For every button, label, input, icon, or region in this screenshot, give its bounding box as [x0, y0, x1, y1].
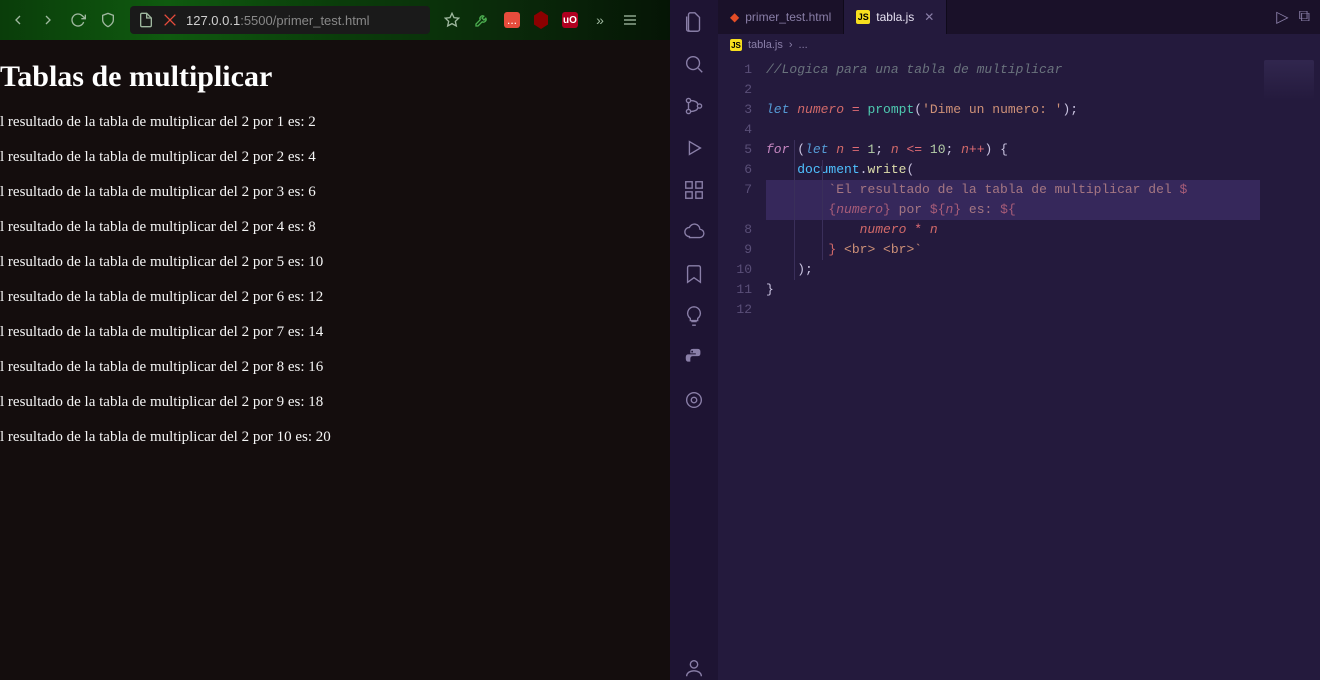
- tab-label: primer_test.html: [745, 10, 831, 24]
- page-info-icon[interactable]: [138, 12, 154, 28]
- bookmark-icon[interactable]: [444, 12, 460, 28]
- url-path: /primer_test.html: [273, 13, 370, 28]
- tab-actions: ▷ ⧉: [1266, 0, 1320, 34]
- explorer-icon[interactable]: [682, 10, 706, 34]
- url-host: 127.0.0.1: [186, 13, 240, 28]
- breadcrumb-dots: ...: [799, 39, 808, 51]
- back-icon[interactable]: [10, 12, 26, 28]
- bookmarks-icon[interactable]: [682, 262, 706, 286]
- page-line: l resultado de la tabla de multiplicar d…: [0, 324, 670, 341]
- line-gutter: 1 2 3 4 5 6 7 8 9 10 11 12: [718, 56, 766, 680]
- breadcrumb[interactable]: JS tabla.js › ...: [718, 34, 1320, 56]
- overflow-icon[interactable]: »: [592, 12, 608, 28]
- browser-window: 127.0.0.1:5500/primer_test.html ... uO »…: [0, 0, 670, 680]
- url-port: :5500: [240, 13, 273, 28]
- page-line: l resultado de la tabla de multiplicar d…: [0, 394, 670, 411]
- page-line: l resultado de la tabla de multiplicar d…: [0, 429, 670, 446]
- split-icon[interactable]: ⧉: [1299, 8, 1310, 26]
- search-icon[interactable]: [682, 52, 706, 76]
- page-line: l resultado de la tabla de multiplicar d…: [0, 149, 670, 166]
- page-line: l resultado de la tabla de multiplicar d…: [0, 289, 670, 306]
- connection-icon[interactable]: [162, 12, 178, 28]
- page-line: l resultado de la tabla de multiplicar d…: [0, 219, 670, 236]
- page-line: l resultado de la tabla de multiplicar d…: [0, 184, 670, 201]
- menu-icon[interactable]: [622, 12, 638, 28]
- python-icon[interactable]: [682, 346, 706, 370]
- page-title: Tablas de multiplicar: [0, 60, 670, 94]
- reload-icon[interactable]: [70, 12, 86, 28]
- code-lines[interactable]: //Logica para una tabla de multiplicar l…: [766, 56, 1260, 680]
- extension-ublock-icon[interactable]: uO: [562, 12, 578, 28]
- shield-icon[interactable]: [100, 12, 116, 28]
- forward-icon[interactable]: [40, 12, 56, 28]
- page-line: l resultado de la tabla de multiplicar d…: [0, 254, 670, 271]
- accounts-icon[interactable]: [682, 656, 706, 680]
- source-control-icon[interactable]: [682, 94, 706, 118]
- vscode-window: ◆ primer_test.html JS tabla.js ✕ ▷ ⧉ JS …: [670, 0, 1320, 680]
- editor-group: ◆ primer_test.html JS tabla.js ✕ ▷ ⧉ JS …: [718, 0, 1320, 680]
- tab-primer-test[interactable]: ◆ primer_test.html: [718, 0, 844, 34]
- breadcrumb-sep: ›: [789, 39, 793, 51]
- tab-bar: ◆ primer_test.html JS tabla.js ✕ ▷ ⧉: [718, 0, 1320, 34]
- tab-tabla-js[interactable]: JS tabla.js ✕: [844, 0, 947, 34]
- html5-icon: ◆: [730, 10, 739, 24]
- extensions-icon[interactable]: [682, 178, 706, 202]
- lightbulb-icon[interactable]: [682, 304, 706, 328]
- extension-adblock-icon[interactable]: [534, 11, 548, 29]
- minimap[interactable]: [1260, 56, 1320, 680]
- extension-red-icon[interactable]: ...: [504, 12, 520, 28]
- breadcrumb-file: tabla.js: [748, 39, 783, 51]
- js-icon: JS: [856, 10, 870, 24]
- url-bar[interactable]: 127.0.0.1:5500/primer_test.html: [130, 6, 430, 34]
- js-icon: JS: [730, 39, 742, 51]
- activity-bar: [670, 0, 718, 680]
- code-editor[interactable]: 1 2 3 4 5 6 7 8 9 10 11 12 //Logica para…: [718, 56, 1320, 680]
- page-line: l resultado de la tabla de multiplicar d…: [0, 114, 670, 131]
- wrench-icon[interactable]: [474, 12, 490, 28]
- run-debug-icon[interactable]: [682, 136, 706, 160]
- live-icon[interactable]: [682, 388, 706, 412]
- remote-icon[interactable]: [682, 220, 706, 244]
- close-icon[interactable]: ✕: [924, 10, 934, 24]
- run-icon[interactable]: ▷: [1276, 7, 1288, 27]
- browser-page: Tablas de multiplicar l resultado de la …: [0, 40, 670, 680]
- page-line: l resultado de la tabla de multiplicar d…: [0, 359, 670, 376]
- tab-label: tabla.js: [876, 10, 914, 24]
- browser-toolbar: 127.0.0.1:5500/primer_test.html ... uO »: [0, 0, 670, 40]
